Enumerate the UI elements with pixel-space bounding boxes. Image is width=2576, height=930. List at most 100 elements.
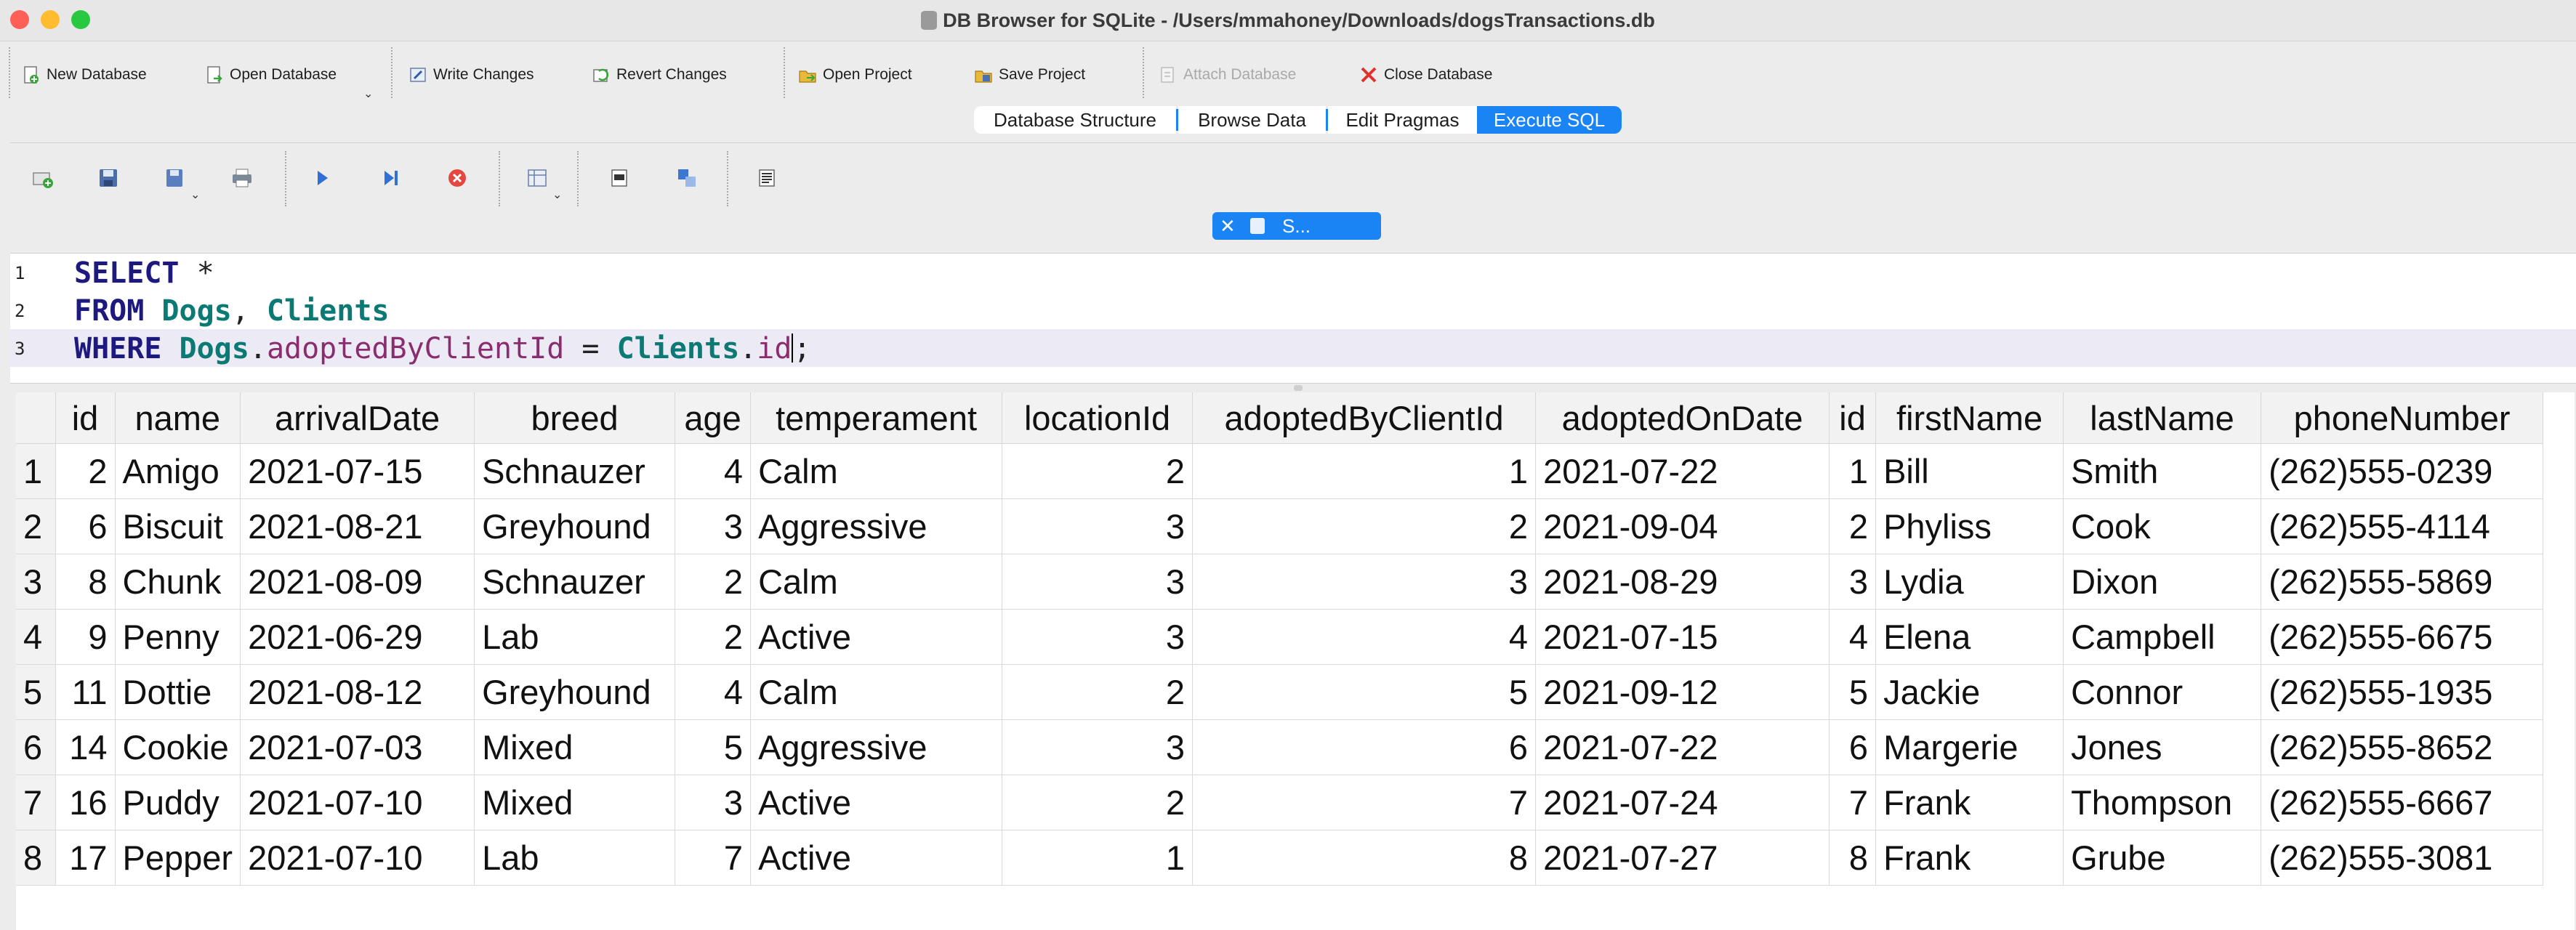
table-cell[interactable]: Active xyxy=(750,830,1003,886)
splitter-handle[interactable] xyxy=(1294,385,1303,391)
table-cell[interactable]: 3 xyxy=(1829,554,1877,610)
table-cell[interactable]: 5 xyxy=(1829,664,1877,720)
tab-browse-data[interactable]: Browse Data xyxy=(1178,106,1326,134)
tab-database-structure[interactable]: Database Structure xyxy=(974,106,1176,134)
find-text-icon[interactable] xyxy=(608,166,632,190)
table-cell[interactable]: 2021-07-27 xyxy=(1535,830,1830,886)
table-cell[interactable]: Amigo xyxy=(115,443,241,499)
table-cell[interactable]: 2021-08-12 xyxy=(240,664,475,720)
table-cell[interactable]: 2021-08-09 xyxy=(240,554,475,610)
table-cell[interactable]: 17 xyxy=(55,830,116,886)
table-cell[interactable]: 3 xyxy=(1002,609,1194,665)
table-cell[interactable]: Phyliss xyxy=(1875,498,2064,554)
table-cell[interactable]: Cookie xyxy=(115,719,241,775)
table-cell[interactable]: 1 xyxy=(1192,443,1537,499)
table-cell[interactable]: 8 xyxy=(1192,830,1537,886)
table-cell[interactable]: Jackie xyxy=(1875,664,2064,720)
row-number[interactable]: 4 xyxy=(16,609,56,665)
table-row[interactable]: 4 9 Penny 2021-06-29 Lab 2 Active 3 4 2021-07-15 4… xyxy=(16,609,2544,665)
open-tab-icon[interactable] xyxy=(31,166,55,190)
column-header[interactable]: arrivalDate xyxy=(240,392,475,444)
table-cell[interactable]: Greyhound xyxy=(474,664,676,720)
row-number[interactable]: 5 xyxy=(16,664,56,720)
save-sql-dropdown-chevron-icon[interactable]: ⌄ xyxy=(190,187,200,202)
row-number[interactable]: 3 xyxy=(16,554,56,610)
table-cell[interactable]: Dixon xyxy=(2063,554,2262,610)
table-cell[interactable]: Chunk xyxy=(115,554,241,610)
tab-execute-sql[interactable]: Execute SQL xyxy=(1477,106,1622,134)
column-header[interactable]: phoneNumber xyxy=(2261,392,2544,444)
column-header[interactable]: locationId xyxy=(1002,392,1194,444)
table-cell[interactable]: 1 xyxy=(1829,443,1877,499)
tab-edit-pragmas[interactable]: Edit Pragmas xyxy=(1328,106,1477,134)
table-cell[interactable]: 1 xyxy=(1002,830,1194,886)
table-cell[interactable]: Calm xyxy=(750,664,1003,720)
open-database-button[interactable]: Open Database xyxy=(205,60,337,89)
open-sql-file-icon[interactable] xyxy=(96,166,121,190)
table-cell[interactable]: (262)555-0239 xyxy=(2261,443,2544,499)
table-cell[interactable]: 4 xyxy=(1192,609,1537,665)
table-cell[interactable]: Calm xyxy=(750,443,1003,499)
table-cell[interactable]: 6 xyxy=(55,498,116,554)
table-cell[interactable]: 6 xyxy=(1192,719,1537,775)
table-cell[interactable]: Active xyxy=(750,775,1003,830)
print-icon[interactable] xyxy=(230,166,254,190)
table-cell[interactable]: Elena xyxy=(1875,609,2064,665)
table-cell[interactable]: Frank xyxy=(1875,830,2064,886)
table-cell[interactable]: Thompson xyxy=(2063,775,2262,830)
row-number[interactable]: 7 xyxy=(16,775,56,830)
table-cell[interactable]: 2 xyxy=(1829,498,1877,554)
execute-all-icon[interactable] xyxy=(310,166,334,190)
write-changes-button[interactable]: Write Changes xyxy=(408,60,534,89)
table-cell[interactable]: 2 xyxy=(675,554,752,610)
table-cell[interactable]: 14 xyxy=(55,719,116,775)
table-cell[interactable]: 2021-07-10 xyxy=(240,775,475,830)
table-cell[interactable]: Schnauzer xyxy=(474,554,676,610)
table-cell[interactable]: 2021-07-15 xyxy=(1535,609,1830,665)
table-cell[interactable]: Cook xyxy=(2063,498,2262,554)
table-cell[interactable]: Jones xyxy=(2063,719,2262,775)
table-row[interactable]: 6 14 Cookie 2021-07-03 Mixed 5 Aggressive 3 6 202… xyxy=(16,719,2544,775)
table-cell[interactable]: (262)555-6675 xyxy=(2261,609,2544,665)
column-header[interactable]: id xyxy=(1829,392,1877,444)
column-header[interactable]: name xyxy=(115,392,241,444)
table-cell[interactable]: 5 xyxy=(1192,664,1537,720)
table-cell[interactable]: Aggressive xyxy=(750,498,1003,554)
table-cell[interactable]: Frank xyxy=(1875,775,2064,830)
table-cell[interactable]: Campbell xyxy=(2063,609,2262,665)
find-replace-icon[interactable] xyxy=(675,166,699,190)
table-cell[interactable]: Puddy xyxy=(115,775,241,830)
table-cell[interactable]: 4 xyxy=(1829,609,1877,665)
table-cell[interactable]: (262)555-1935 xyxy=(2261,664,2544,720)
table-cell[interactable]: 5 xyxy=(675,719,752,775)
table-cell[interactable]: (262)555-5869 xyxy=(2261,554,2544,610)
table-cell[interactable]: 8 xyxy=(55,554,116,610)
table-row[interactable]: 8 17 Pepper 2021-07-10 Lab 7 Active 1 8 2021-07-2… xyxy=(16,830,2544,886)
table-cell[interactable]: 2021-07-10 xyxy=(240,830,475,886)
save-project-button[interactable]: Save Project xyxy=(974,60,1085,89)
table-cell[interactable]: 2021-09-04 xyxy=(1535,498,1830,554)
table-row[interactable]: 3 8 Chunk 2021-08-09 Schnauzer 2 Calm 3 3 2021-08… xyxy=(16,554,2544,610)
table-cell[interactable]: (262)555-8652 xyxy=(2261,719,2544,775)
column-header[interactable]: firstName xyxy=(1875,392,2064,444)
row-number[interactable]: 2 xyxy=(16,498,56,554)
table-cell[interactable]: (262)555-4114 xyxy=(2261,498,2544,554)
table-cell[interactable]: 7 xyxy=(1192,775,1537,830)
table-cell[interactable]: 9 xyxy=(55,609,116,665)
table-cell[interactable]: 2021-08-29 xyxy=(1535,554,1830,610)
open-database-dropdown-chevron-icon[interactable]: ⌄ xyxy=(363,86,373,101)
close-tab-icon[interactable]: ✕ xyxy=(1220,215,1236,238)
table-row[interactable]: 5 11 Dottie 2021-08-12 Greyhound 4 Calm 2 5 2021-… xyxy=(16,664,2544,720)
table-cell[interactable]: Pepper xyxy=(115,830,241,886)
table-cell[interactable]: 2 xyxy=(1002,664,1194,720)
table-cell[interactable]: 16 xyxy=(55,775,116,830)
revert-changes-button[interactable]: Revert Changes xyxy=(592,60,727,89)
table-cell[interactable]: Greyhound xyxy=(474,498,676,554)
table-cell[interactable]: 2021-07-15 xyxy=(240,443,475,499)
save-sql-file-icon[interactable] xyxy=(163,166,188,190)
table-cell[interactable]: Bill xyxy=(1875,443,2064,499)
table-cell[interactable]: 3 xyxy=(1002,719,1194,775)
table-row[interactable]: 7 16 Puddy 2021-07-10 Mixed 3 Active 2 7 2021-07-… xyxy=(16,775,2544,830)
table-cell[interactable]: 2021-06-29 xyxy=(240,609,475,665)
table-cell[interactable]: Lab xyxy=(474,609,676,665)
